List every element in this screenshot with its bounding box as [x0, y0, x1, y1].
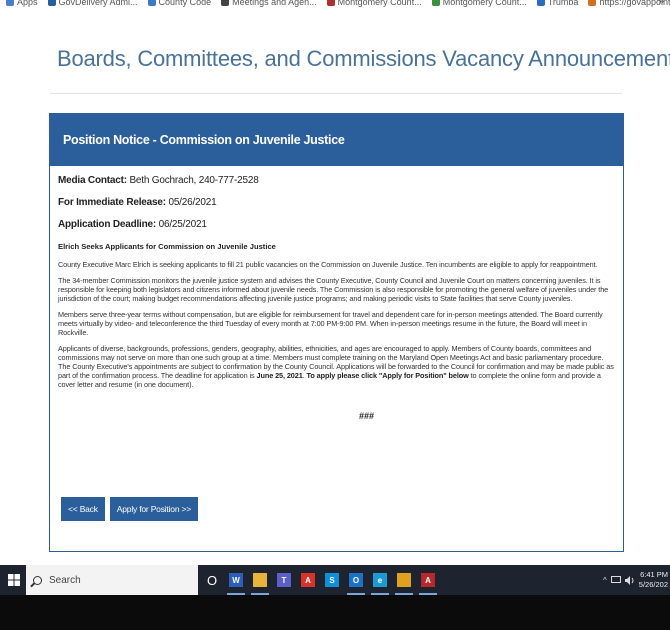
media-contact-value: Beth Gochrach, 240-777-2528 [126, 175, 259, 186]
bookmark-label: County Code [158, 0, 212, 7]
release-value: 05/26/2021 [165, 197, 217, 208]
volume-icon[interactable] [624, 575, 635, 585]
bookmark-icon [588, 0, 597, 6]
bookmark-item[interactable]: Meetings and Agen... [221, 0, 317, 7]
bookmark-label: Montgomery Count... [337, 0, 422, 7]
bookmark-item[interactable]: Montgomery Count... [326, 0, 422, 7]
cortana-icon[interactable]: O [205, 573, 219, 588]
bookmark-item[interactable]: Trumba [536, 0, 579, 7]
deadline-value: 06/25/2021 [156, 219, 207, 230]
paragraph-4: Applicants of diverse, backgrounds, prof… [58, 344, 615, 389]
bookmark-icon [47, 0, 56, 6]
bookmark-item[interactable]: Montgomery Count... [431, 0, 527, 7]
bookmark-label: Apps [17, 0, 38, 7]
windows-logo-icon [8, 574, 20, 586]
edge-icon[interactable]: e [371, 573, 389, 595]
bookmark-icon [536, 0, 545, 6]
paragraph-2: The 34-member Commission monitors the ju… [58, 276, 609, 303]
system-tray: ^ 6:41 PM 5/26/202 [603, 565, 670, 595]
bookmark-item[interactable]: Apps [6, 0, 38, 7]
screen-bottom-area [0, 595, 670, 630]
taskbar-apps: OWTASOeA [205, 565, 437, 595]
word-icon[interactable]: W [227, 573, 245, 595]
skype-icon[interactable]: S [325, 573, 339, 587]
application-deadline: Application Deadline: 06/25/2021 [58, 219, 615, 230]
start-button[interactable] [0, 565, 28, 595]
chevron-up-icon[interactable]: ^ [603, 576, 607, 585]
bookmarks-bar: Apps GovDelivery Admi... County Code Meetin… [0, 0, 670, 12]
bookmark-item[interactable]: County Code [147, 0, 212, 7]
back-button[interactable]: << Back [61, 497, 105, 521]
deadline-label: Application Deadline: [58, 219, 157, 230]
teams-icon[interactable]: T [277, 573, 291, 587]
apply-for-position-button[interactable]: Apply for Position >> [109, 497, 199, 521]
media-contact-label: Media Contact: [58, 175, 127, 186]
bookmark-item[interactable]: GovDelivery Admi... [47, 0, 138, 7]
page-title: Boards, Committees, and Commissions Vaca… [57, 46, 670, 71]
paragraph-1: County Executive Marc Elrich is seeking … [58, 260, 598, 269]
bookmark-icon [221, 0, 230, 6]
clock-date: 5/26/202 [638, 580, 668, 589]
bookmark-label: GovDelivery Admi... [58, 0, 138, 7]
network-icon[interactable] [610, 576, 621, 584]
bookmark-icon [326, 0, 335, 6]
access-icon[interactable]: A [419, 573, 437, 595]
release-label: For Immediate Release: [58, 197, 166, 208]
paragraph-3: Members serve three-year terms without c… [58, 310, 603, 337]
bookmarks-list: Apps GovDelivery Admi... County Code Meetin… [0, 0, 670, 10]
press-headline: Elrich Seeks Applicants for Commission o… [58, 242, 276, 251]
outlook-icon[interactable]: O [347, 573, 365, 595]
clock[interactable]: 6:41 PM 5/26/202 [639, 570, 668, 590]
bookmark-label: Trumba [547, 0, 579, 7]
search-icon [33, 575, 42, 585]
apps-grid-icon [6, 0, 14, 6]
acrobat-icon[interactable]: A [301, 573, 315, 587]
apply-instruction-bold: To apply please click "Apply for Positio… [306, 371, 469, 380]
bookmark-icon [431, 0, 440, 6]
clock-time: 6:41 PM [640, 570, 668, 579]
panel-title: Position Notice - Commission on Juvenile… [63, 133, 345, 147]
chrome-icon[interactable] [395, 573, 413, 595]
bookmark-icon [147, 0, 156, 6]
release-date: For Immediate Release: 05/26/2021 [58, 197, 615, 208]
bookmarks-overflow-button[interactable]: » [658, 0, 664, 7]
file-explorer-icon[interactable] [251, 573, 269, 595]
panel-header: Position Notice - Commission on Juvenile… [50, 114, 623, 166]
windows-taskbar: Search OWTASOeA ^ 6:41 PM 5/26/202 [0, 565, 670, 595]
title-divider [50, 93, 622, 94]
bookmark-label: Montgomery Count... [442, 0, 527, 7]
position-notice-panel: Position Notice - Commission on Juvenile… [49, 113, 624, 552]
bookmark-label: Meetings and Agen... [232, 0, 317, 7]
deadline-date-bold: June 25, 2021 [256, 371, 303, 380]
taskbar-search-box[interactable]: Search [26, 565, 198, 595]
action-buttons: << Back Apply for Position >> [61, 497, 199, 521]
media-contact: Media Contact: Beth Gochrach, 240-777-25… [58, 175, 615, 186]
end-marker: ### [358, 411, 375, 421]
search-placeholder: Search [49, 574, 81, 586]
notice-content: Media Contact: Beth Gochrach, 240-777-25… [50, 166, 623, 421]
